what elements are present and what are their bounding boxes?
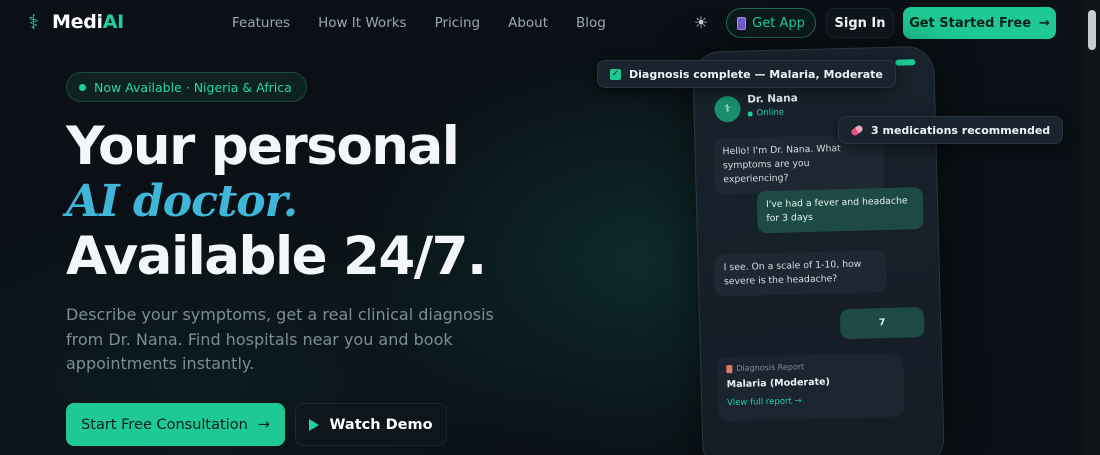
nav-link-blog[interactable]: Blog <box>576 15 606 31</box>
mobile-phone-icon <box>737 16 747 30</box>
checkbox-checked-icon: ✓ <box>610 68 621 80</box>
watch-demo-label: Watch Demo <box>329 416 433 433</box>
chat-message-bot: I see. On a scale of 1-10, how severe is… <box>714 249 888 297</box>
play-icon <box>309 418 320 431</box>
arrow-right-icon: → <box>257 416 270 433</box>
headline-line-1: Your personal <box>66 116 460 177</box>
start-consultation-button[interactable]: Start Free Consultation → <box>66 403 285 446</box>
headline-line-2: AI doctor. <box>66 176 298 227</box>
navbar: ⚕ MediAI Features How It Works Pricing A… <box>0 0 1084 46</box>
chat-message-user: 7 <box>839 307 925 340</box>
nav-links: Features How It Works Pricing About Blog <box>232 15 606 31</box>
view-report-link[interactable]: View full report → <box>727 394 895 408</box>
report-title: Malaria (Moderate) <box>726 376 831 391</box>
diagnosis-report-card: Diagnosis Report Malaria (Moderate) View… <box>717 352 905 422</box>
hero-headline: Your personal AI doctor. Available 24/7. <box>66 116 487 287</box>
nav-link-pricing[interactable]: Pricing <box>435 15 481 31</box>
availability-badge: Now Available · Nigeria & Africa <box>66 72 307 102</box>
diagnosis-complete-chip: ✓ Diagnosis complete — Malaria, Moderate <box>597 60 896 88</box>
online-dot-icon <box>747 110 753 117</box>
doctor-name: Dr. Nana <box>747 92 798 106</box>
headline-line-3: Available 24/7. <box>66 226 487 287</box>
brand-name: MediAI <box>52 11 124 33</box>
doctor-status: Online <box>747 108 784 119</box>
nav-link-features[interactable]: Features <box>232 15 290 31</box>
start-consultation-label: Start Free Consultation <box>81 416 248 433</box>
clipboard-icon <box>726 364 733 373</box>
get-app-label: Get App <box>752 15 805 31</box>
scrollbar-thumb[interactable] <box>1088 10 1096 50</box>
get-started-button[interactable]: Get Started Free → <box>903 7 1056 39</box>
pill-icon <box>850 123 864 137</box>
hero-subtext: Describe your symptoms, get a real clini… <box>66 305 494 373</box>
page-scrollbar[interactable] <box>1084 0 1100 455</box>
get-app-button[interactable]: Get App <box>726 8 816 38</box>
theme-toggle-sun-icon[interactable]: ☀ <box>690 12 712 34</box>
badge-text: Now Available · Nigeria & Africa <box>94 79 292 95</box>
nav-link-how-it-works[interactable]: How It Works <box>318 15 407 31</box>
brand-logo[interactable]: ⚕ MediAI <box>28 11 124 33</box>
phone-mockup: ⚕ Dr. Nana Online Hello! I'm Dr. Nana. W… <box>692 45 945 455</box>
doctor-avatar-icon: ⚕ <box>714 95 741 123</box>
medications-chip: 3 medications recommended <box>838 116 1064 144</box>
sign-in-button[interactable]: Sign In <box>826 8 894 38</box>
nav-link-about[interactable]: About <box>508 15 548 31</box>
chat-message-user: I've had a fever and headache for 3 days <box>756 187 924 234</box>
status-dot-icon <box>79 83 86 91</box>
get-started-label: Get Started Free <box>909 15 1032 31</box>
caduceus-icon: ⚕ <box>28 10 39 34</box>
arrow-right-icon: → <box>1039 15 1050 31</box>
report-label: Diagnosis Report <box>726 360 894 373</box>
watch-demo-button[interactable]: Watch Demo <box>295 403 447 446</box>
